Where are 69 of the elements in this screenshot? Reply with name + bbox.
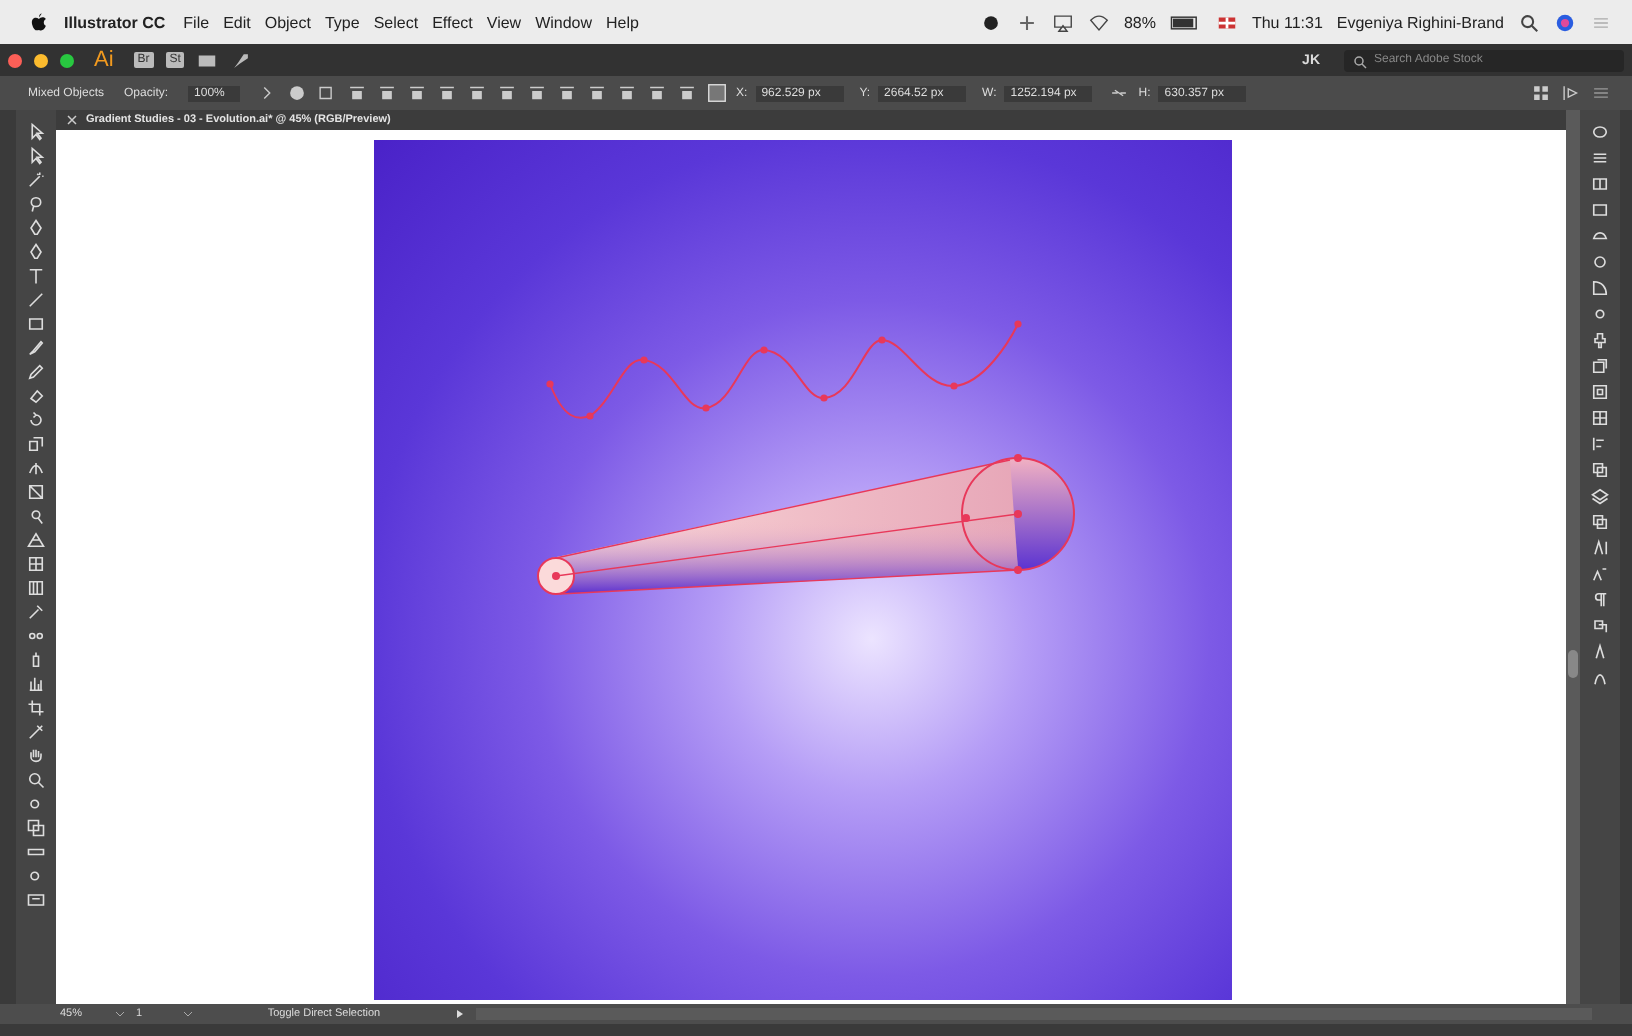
selection-tool-icon[interactable] bbox=[26, 122, 46, 142]
zoom-button[interactable] bbox=[60, 53, 74, 67]
bar-graph-icon[interactable] bbox=[26, 674, 46, 694]
layers-icon[interactable] bbox=[1590, 486, 1610, 506]
close-button[interactable] bbox=[8, 53, 22, 67]
battery-icon[interactable] bbox=[1169, 11, 1202, 33]
grid-icon[interactable] bbox=[1530, 82, 1552, 104]
search-icon[interactable] bbox=[1518, 11, 1540, 33]
brush-icon[interactable] bbox=[26, 338, 46, 358]
rotate-icon[interactable] bbox=[26, 410, 46, 430]
lasso-icon[interactable] bbox=[26, 194, 46, 214]
menu-item[interactable]: Object bbox=[264, 13, 311, 31]
vertical-scrollbar[interactable] bbox=[1566, 110, 1580, 1004]
user-name[interactable]: Evgeniya Righini-Brand bbox=[1336, 13, 1504, 31]
scale-icon[interactable] bbox=[26, 434, 46, 454]
align-icon[interactable] bbox=[586, 82, 609, 104]
lines-icon[interactable] bbox=[1590, 148, 1610, 168]
plus-icon[interactable] bbox=[1015, 11, 1038, 33]
fill-stroke-icon[interactable] bbox=[26, 818, 46, 838]
clock: Thu 11:31 bbox=[1251, 13, 1323, 31]
airplay-icon[interactable] bbox=[1051, 11, 1074, 33]
puppet-icon[interactable] bbox=[1590, 330, 1610, 350]
artboard-icon[interactable] bbox=[26, 698, 46, 718]
mesh-icon[interactable] bbox=[26, 554, 46, 574]
close-icon[interactable] bbox=[64, 112, 80, 128]
grid-icon[interactable] bbox=[1590, 408, 1610, 428]
pencil-icon[interactable] bbox=[26, 362, 46, 382]
type-icon[interactable] bbox=[26, 266, 46, 286]
menu-item[interactable]: Window bbox=[535, 13, 593, 31]
eraser-icon[interactable] bbox=[26, 386, 46, 406]
magic-wand-icon[interactable] bbox=[26, 170, 46, 190]
app-menu[interactable]: Illustrator CC bbox=[64, 13, 166, 31]
battery-percent: 88% bbox=[1123, 13, 1156, 31]
menu-item[interactable]: Effect bbox=[432, 13, 473, 31]
menu-item[interactable]: Help bbox=[606, 13, 639, 31]
align-icon[interactable] bbox=[436, 82, 459, 104]
zoom-icon[interactable] bbox=[26, 770, 46, 790]
rocket-icon[interactable] bbox=[230, 49, 253, 71]
menu-item[interactable]: Select bbox=[373, 13, 419, 31]
arrange-icon[interactable] bbox=[1560, 82, 1582, 104]
rectangle-icon[interactable] bbox=[26, 314, 46, 334]
align-icon[interactable] bbox=[376, 82, 399, 104]
hand-icon[interactable] bbox=[26, 746, 46, 766]
align-left-icon[interactable] bbox=[1590, 434, 1610, 454]
align-icon[interactable] bbox=[466, 82, 489, 104]
align-icon[interactable] bbox=[676, 82, 699, 104]
align-icon[interactable] bbox=[406, 82, 429, 104]
direct-selection-icon[interactable] bbox=[26, 146, 46, 166]
menu-item[interactable]: View bbox=[486, 13, 522, 31]
menu-item[interactable]: Type bbox=[324, 13, 360, 31]
free-transform-icon[interactable] bbox=[26, 482, 46, 502]
align-icon[interactable] bbox=[556, 82, 579, 104]
search-icon bbox=[1352, 53, 1368, 69]
paragraph-icon[interactable] bbox=[1590, 590, 1610, 610]
app-logo: Ai bbox=[94, 48, 114, 72]
slice-icon[interactable] bbox=[26, 722, 46, 742]
gradient-icon[interactable] bbox=[26, 578, 46, 598]
line-icon[interactable] bbox=[26, 290, 46, 310]
minimize-button[interactable] bbox=[34, 53, 48, 67]
eyedropper-icon[interactable] bbox=[26, 602, 46, 622]
menu-item[interactable]: File bbox=[183, 13, 210, 31]
align-icon[interactable] bbox=[616, 82, 639, 104]
align-icon[interactable] bbox=[346, 82, 369, 104]
wifi-icon[interactable] bbox=[1087, 11, 1110, 33]
align-icon[interactable] bbox=[526, 82, 549, 104]
apple-icon[interactable] bbox=[28, 11, 50, 33]
menu-item[interactable]: Edit bbox=[223, 13, 251, 31]
align-icon[interactable] bbox=[496, 82, 519, 104]
align-icon[interactable] bbox=[646, 82, 669, 104]
